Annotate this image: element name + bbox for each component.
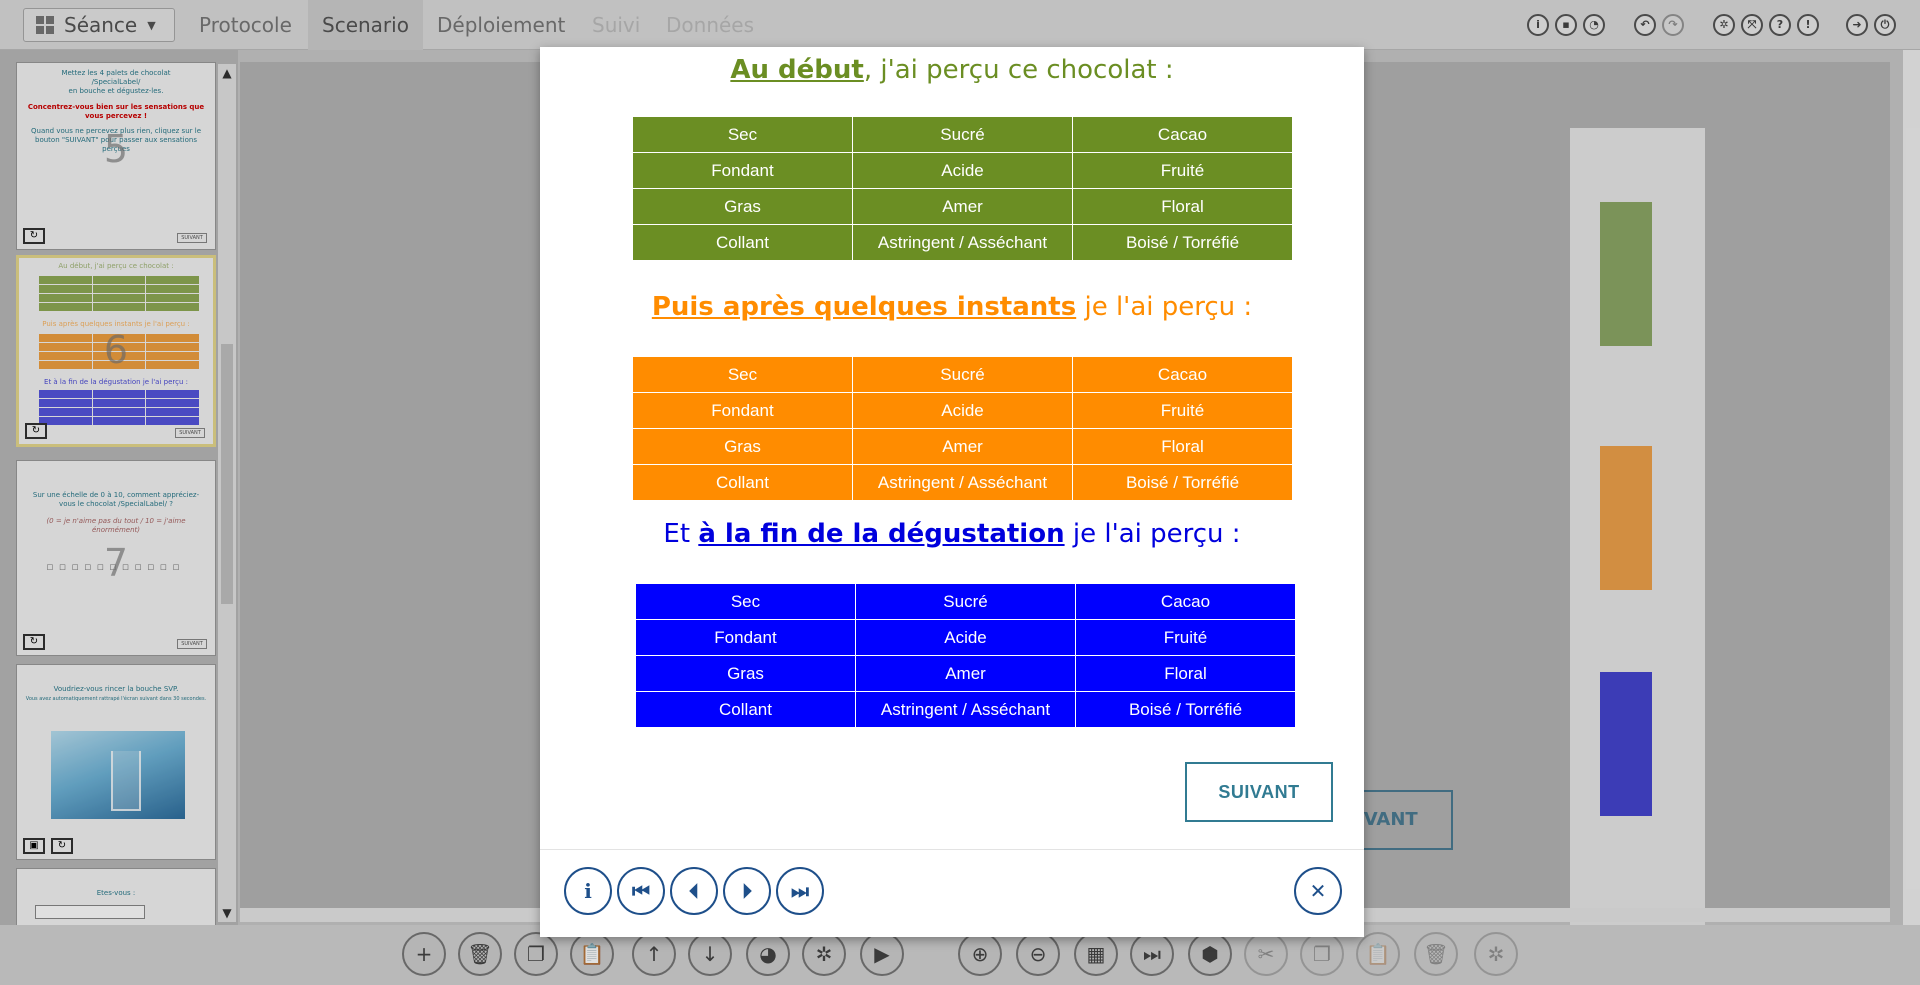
sensation-cell[interactable]: Cacao [1072,356,1293,393]
heading-emphasis: à la fin de la dégustation [698,519,1065,549]
sensation-cell[interactable]: Floral [1072,188,1293,225]
sensation-cell[interactable]: Gras [635,655,856,692]
heading-emphasis: Au début [730,55,864,85]
next-slide-icon[interactable]: ⏵ [723,867,771,915]
sensation-cell[interactable]: Collant [635,691,856,728]
slide-preview-modal: Au début, j'ai perçu ce chocolat : Sec Su… [540,47,1364,937]
suivant-button[interactable]: SUIVANT [1185,762,1333,822]
info-icon[interactable]: i [564,867,612,915]
sensation-cell[interactable]: Cacao [1075,583,1296,620]
table-row: Sec Sucré Cacao [632,116,1293,153]
table-row: Gras Amer Floral [635,655,1296,692]
heading-text: je l'ai perçu : [1076,292,1253,322]
sensation-cell[interactable]: Collant [632,464,853,501]
heading-text: , j'ai perçu ce chocolat : [863,55,1174,85]
sensation-cell[interactable]: Sec [635,583,856,620]
sensation-cell[interactable]: Sucré [855,583,1076,620]
table-row: Fondant Acide Fruité [632,152,1293,189]
table-row: Fondant Acide Fruité [632,392,1293,429]
modal-footer-divider [540,849,1364,850]
sensation-table-fin: Sec Sucré Cacao Fondant Acide Fruité Gras Ame… [635,583,1296,728]
sensation-table-apres: Sec Sucré Cacao Fondant Acide Fruité Gras Ame… [632,356,1293,501]
heading-debut: Au début, j'ai perçu ce chocolat : [540,55,1364,85]
sensation-cell[interactable]: Floral [1072,428,1293,465]
sensation-cell[interactable]: Collant [632,224,853,261]
sensation-cell[interactable]: Sec [632,116,853,153]
sensation-cell[interactable]: Amer [852,428,1073,465]
sensation-cell[interactable]: Boisé / Torréfié [1075,691,1296,728]
sensation-cell[interactable]: Fondant [635,619,856,656]
sensation-cell[interactable]: Astringent / Asséchant [855,691,1076,728]
table-row: Collant Astringent / Asséchant Boisé / Tor… [632,464,1293,501]
last-slide-icon[interactable]: ⏭ [776,867,824,915]
sensation-cell[interactable]: Boisé / Torréfié [1072,464,1293,501]
sensation-cell[interactable]: Gras [632,428,853,465]
sensation-cell[interactable]: Fondant [632,152,853,189]
heading-emphasis: Puis après quelques instants [651,292,1077,322]
table-row: Sec Sucré Cacao [632,356,1293,393]
sensation-cell[interactable]: Amer [852,188,1073,225]
sensation-cell[interactable]: Sucré [852,116,1073,153]
table-row: Gras Amer Floral [632,428,1293,465]
previous-slide-icon[interactable]: ⏴ [670,867,718,915]
sensation-cell[interactable]: Astringent / Asséchant [852,224,1073,261]
sensation-cell[interactable]: Fruité [1072,392,1293,429]
sensation-cell[interactable]: Acide [852,152,1073,189]
heading-text: je l'ai perçu : [1064,519,1241,549]
sensation-cell[interactable]: Fondant [632,392,853,429]
sensation-cell[interactable]: Sec [632,356,853,393]
sensation-cell[interactable]: Amer [855,655,1076,692]
table-row: Collant Astringent / Asséchant Boisé / Tor… [632,224,1293,261]
sensation-cell[interactable]: Sucré [852,356,1073,393]
sensation-cell[interactable]: Astringent / Asséchant [852,464,1073,501]
heading-apres: Puis après quelques instants je l'ai per… [540,292,1364,322]
sensation-cell[interactable]: Cacao [1072,116,1293,153]
table-row: Fondant Acide Fruité [635,619,1296,656]
sensation-cell[interactable]: Floral [1075,655,1296,692]
table-row: Sec Sucré Cacao [635,583,1296,620]
sensation-cell[interactable]: Fruité [1072,152,1293,189]
heading-fin: Et à la fin de la dégustation je l'ai pe… [540,519,1364,549]
sensation-cell[interactable]: Acide [855,619,1076,656]
sensation-cell[interactable]: Fruité [1075,619,1296,656]
first-slide-icon[interactable]: ⏮ [617,867,665,915]
heading-text: Et [663,519,699,549]
sensation-cell[interactable]: Boisé / Torréfié [1072,224,1293,261]
table-row: Collant Astringent / Asséchant Boisé / Tor… [635,691,1296,728]
sensation-cell[interactable]: Acide [852,392,1073,429]
sensation-cell[interactable]: Gras [632,188,853,225]
table-row: Gras Amer Floral [632,188,1293,225]
close-icon[interactable]: ✕ [1294,867,1342,915]
sensation-table-debut: Sec Sucré Cacao Fondant Acide Fruité Gras Ame… [632,116,1293,261]
